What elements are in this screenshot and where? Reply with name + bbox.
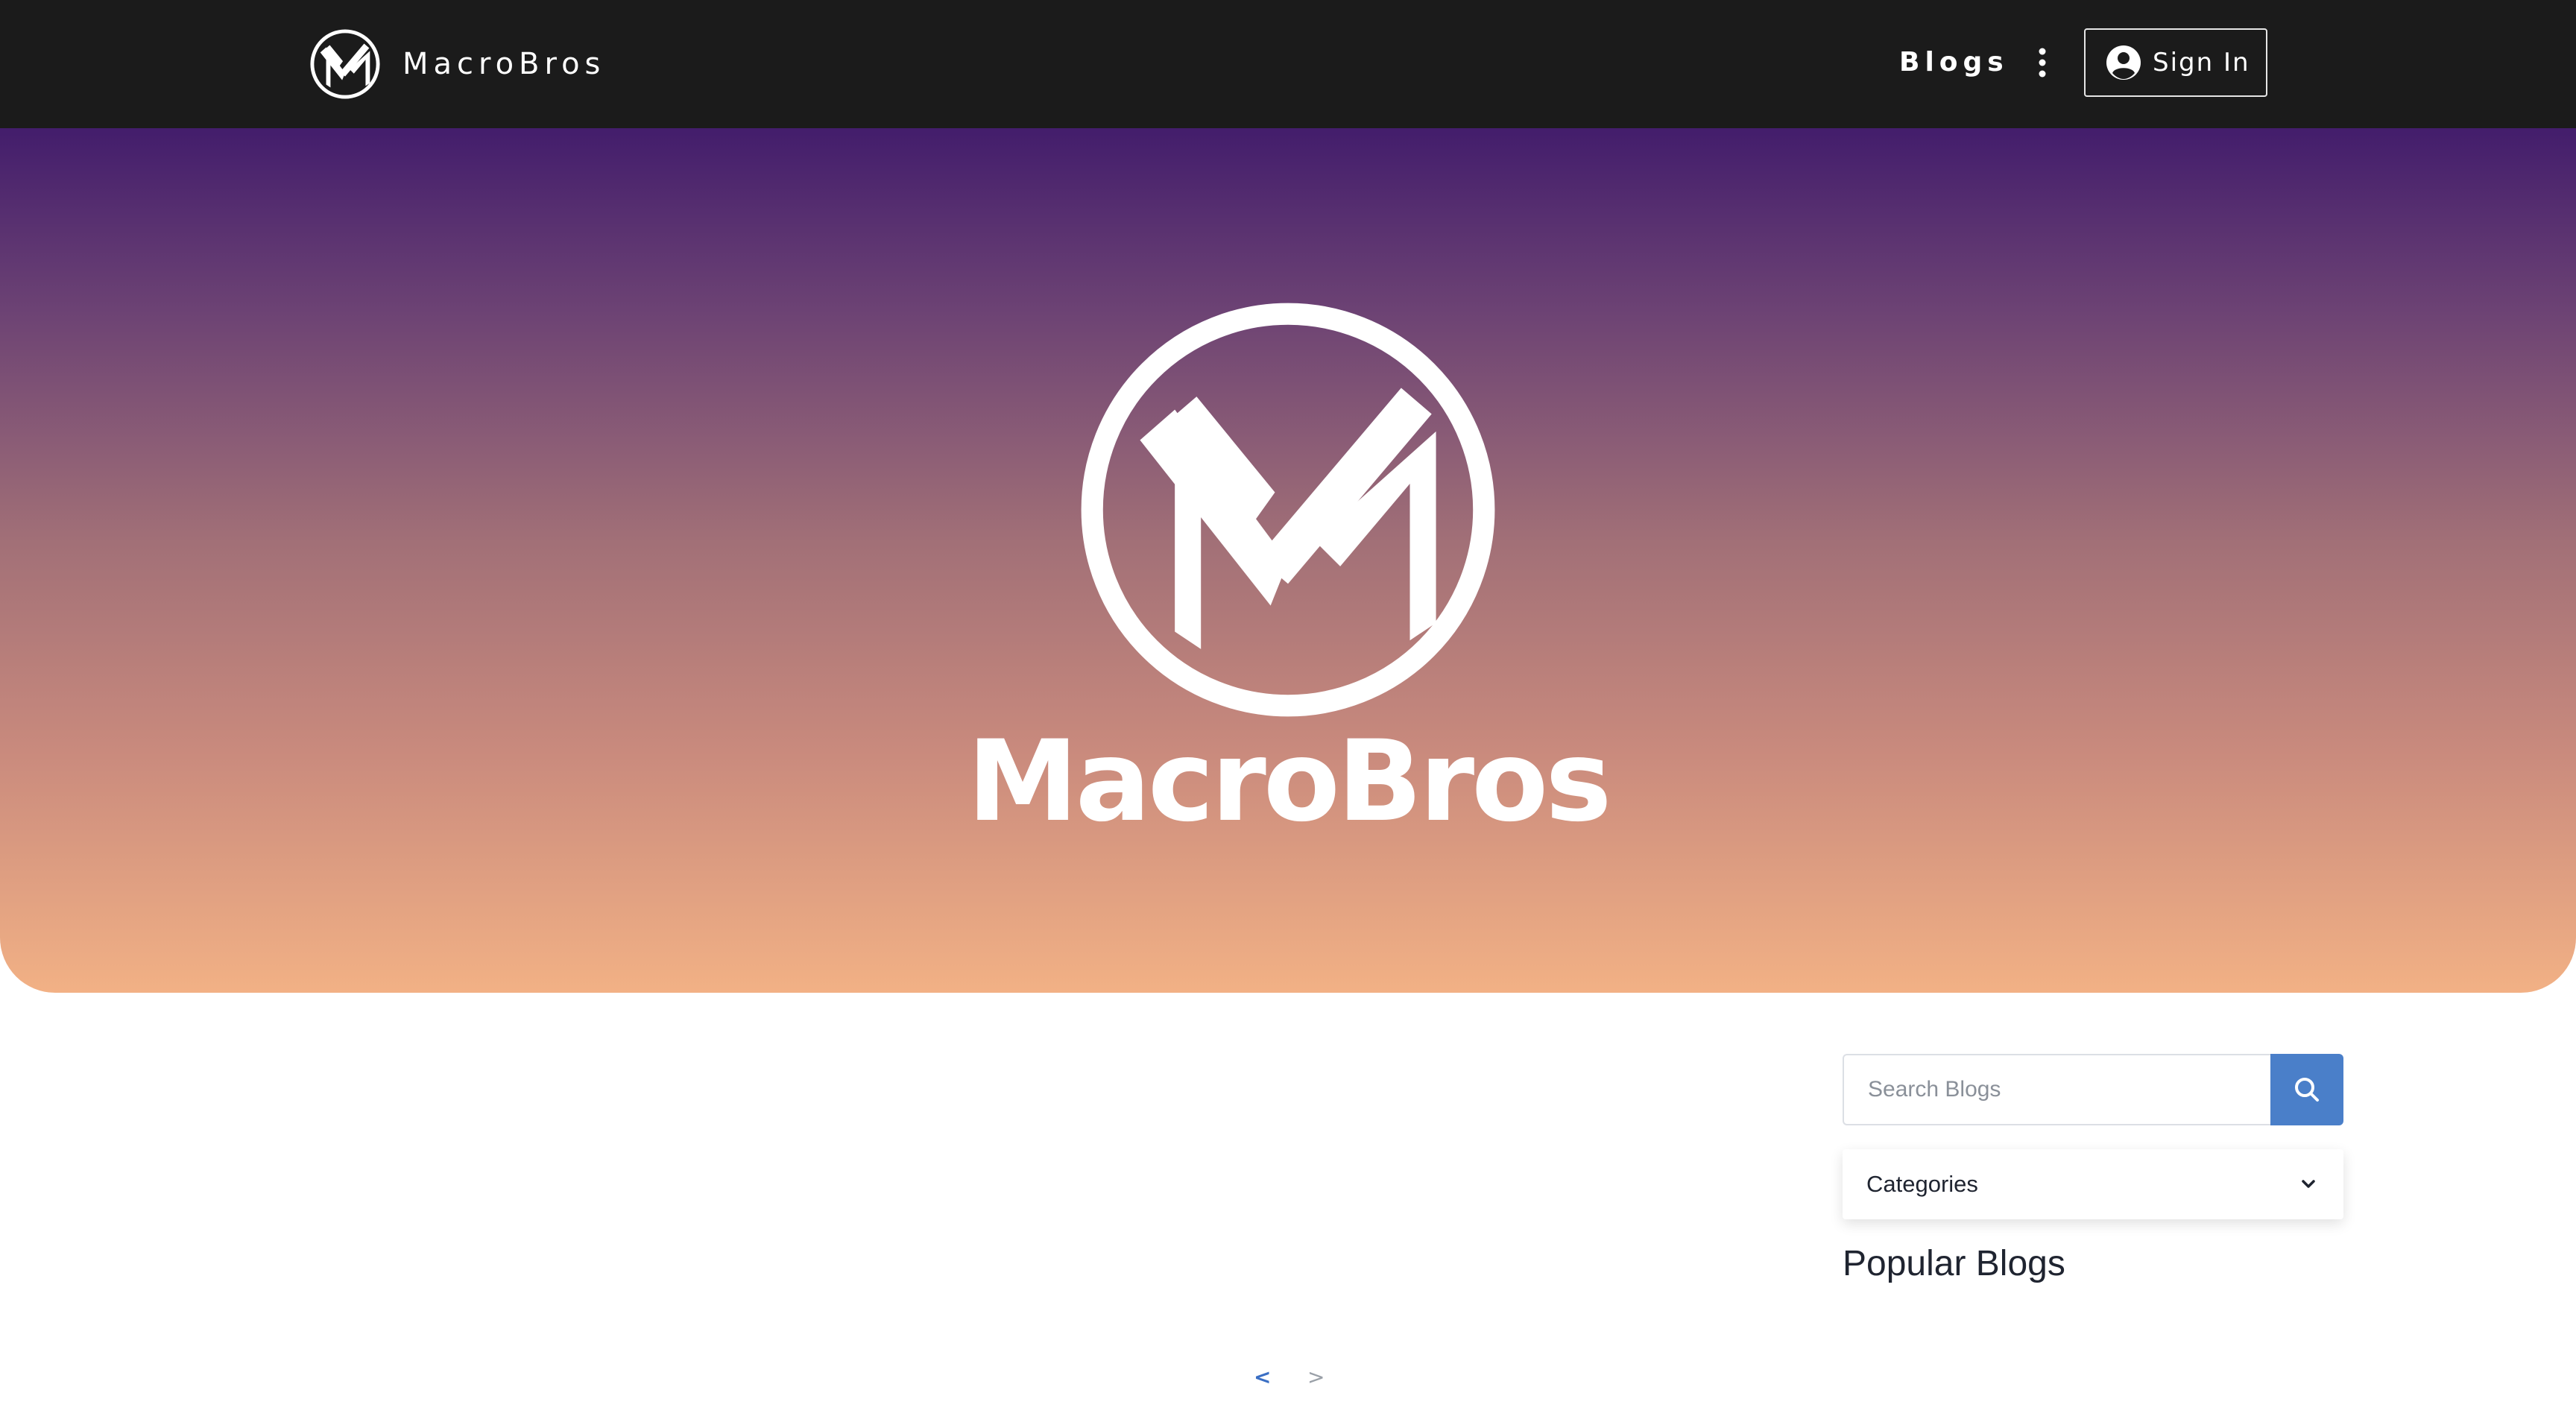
macrobros-logo-icon [310,29,380,99]
search-bar [1843,1054,2343,1125]
popular-blogs-heading: Popular Blogs [1843,1244,2065,1283]
pagination-prev-button[interactable]: < [1254,1362,1271,1392]
categories-label: Categories [1866,1171,1978,1197]
hero-banner: MacroBros [0,128,2576,993]
brand-link[interactable]: MacroBros [309,27,605,101]
sign-in-button[interactable]: Sign In [2084,28,2267,97]
search-button[interactable] [2270,1054,2343,1125]
pagination-next-button[interactable]: > [1307,1362,1325,1392]
user-circle-icon [2106,45,2141,80]
search-icon [2295,1078,2319,1102]
hero-title: MacroBros [967,717,1611,847]
search-input[interactable] [1843,1054,2270,1125]
top-navbar: MacroBros Blogs Sign In [0,0,2576,128]
sign-in-label: Sign In [2153,48,2250,78]
nav-blogs-link[interactable]: Blogs [1899,43,2009,82]
kebab-menu-icon[interactable] [2027,46,2057,79]
brand-name: MacroBros [402,47,606,81]
categories-dropdown[interactable]: Categories [1843,1149,2343,1219]
chevron-down-icon [2302,1180,2315,1188]
macrobros-logo-icon [1081,303,1495,717]
